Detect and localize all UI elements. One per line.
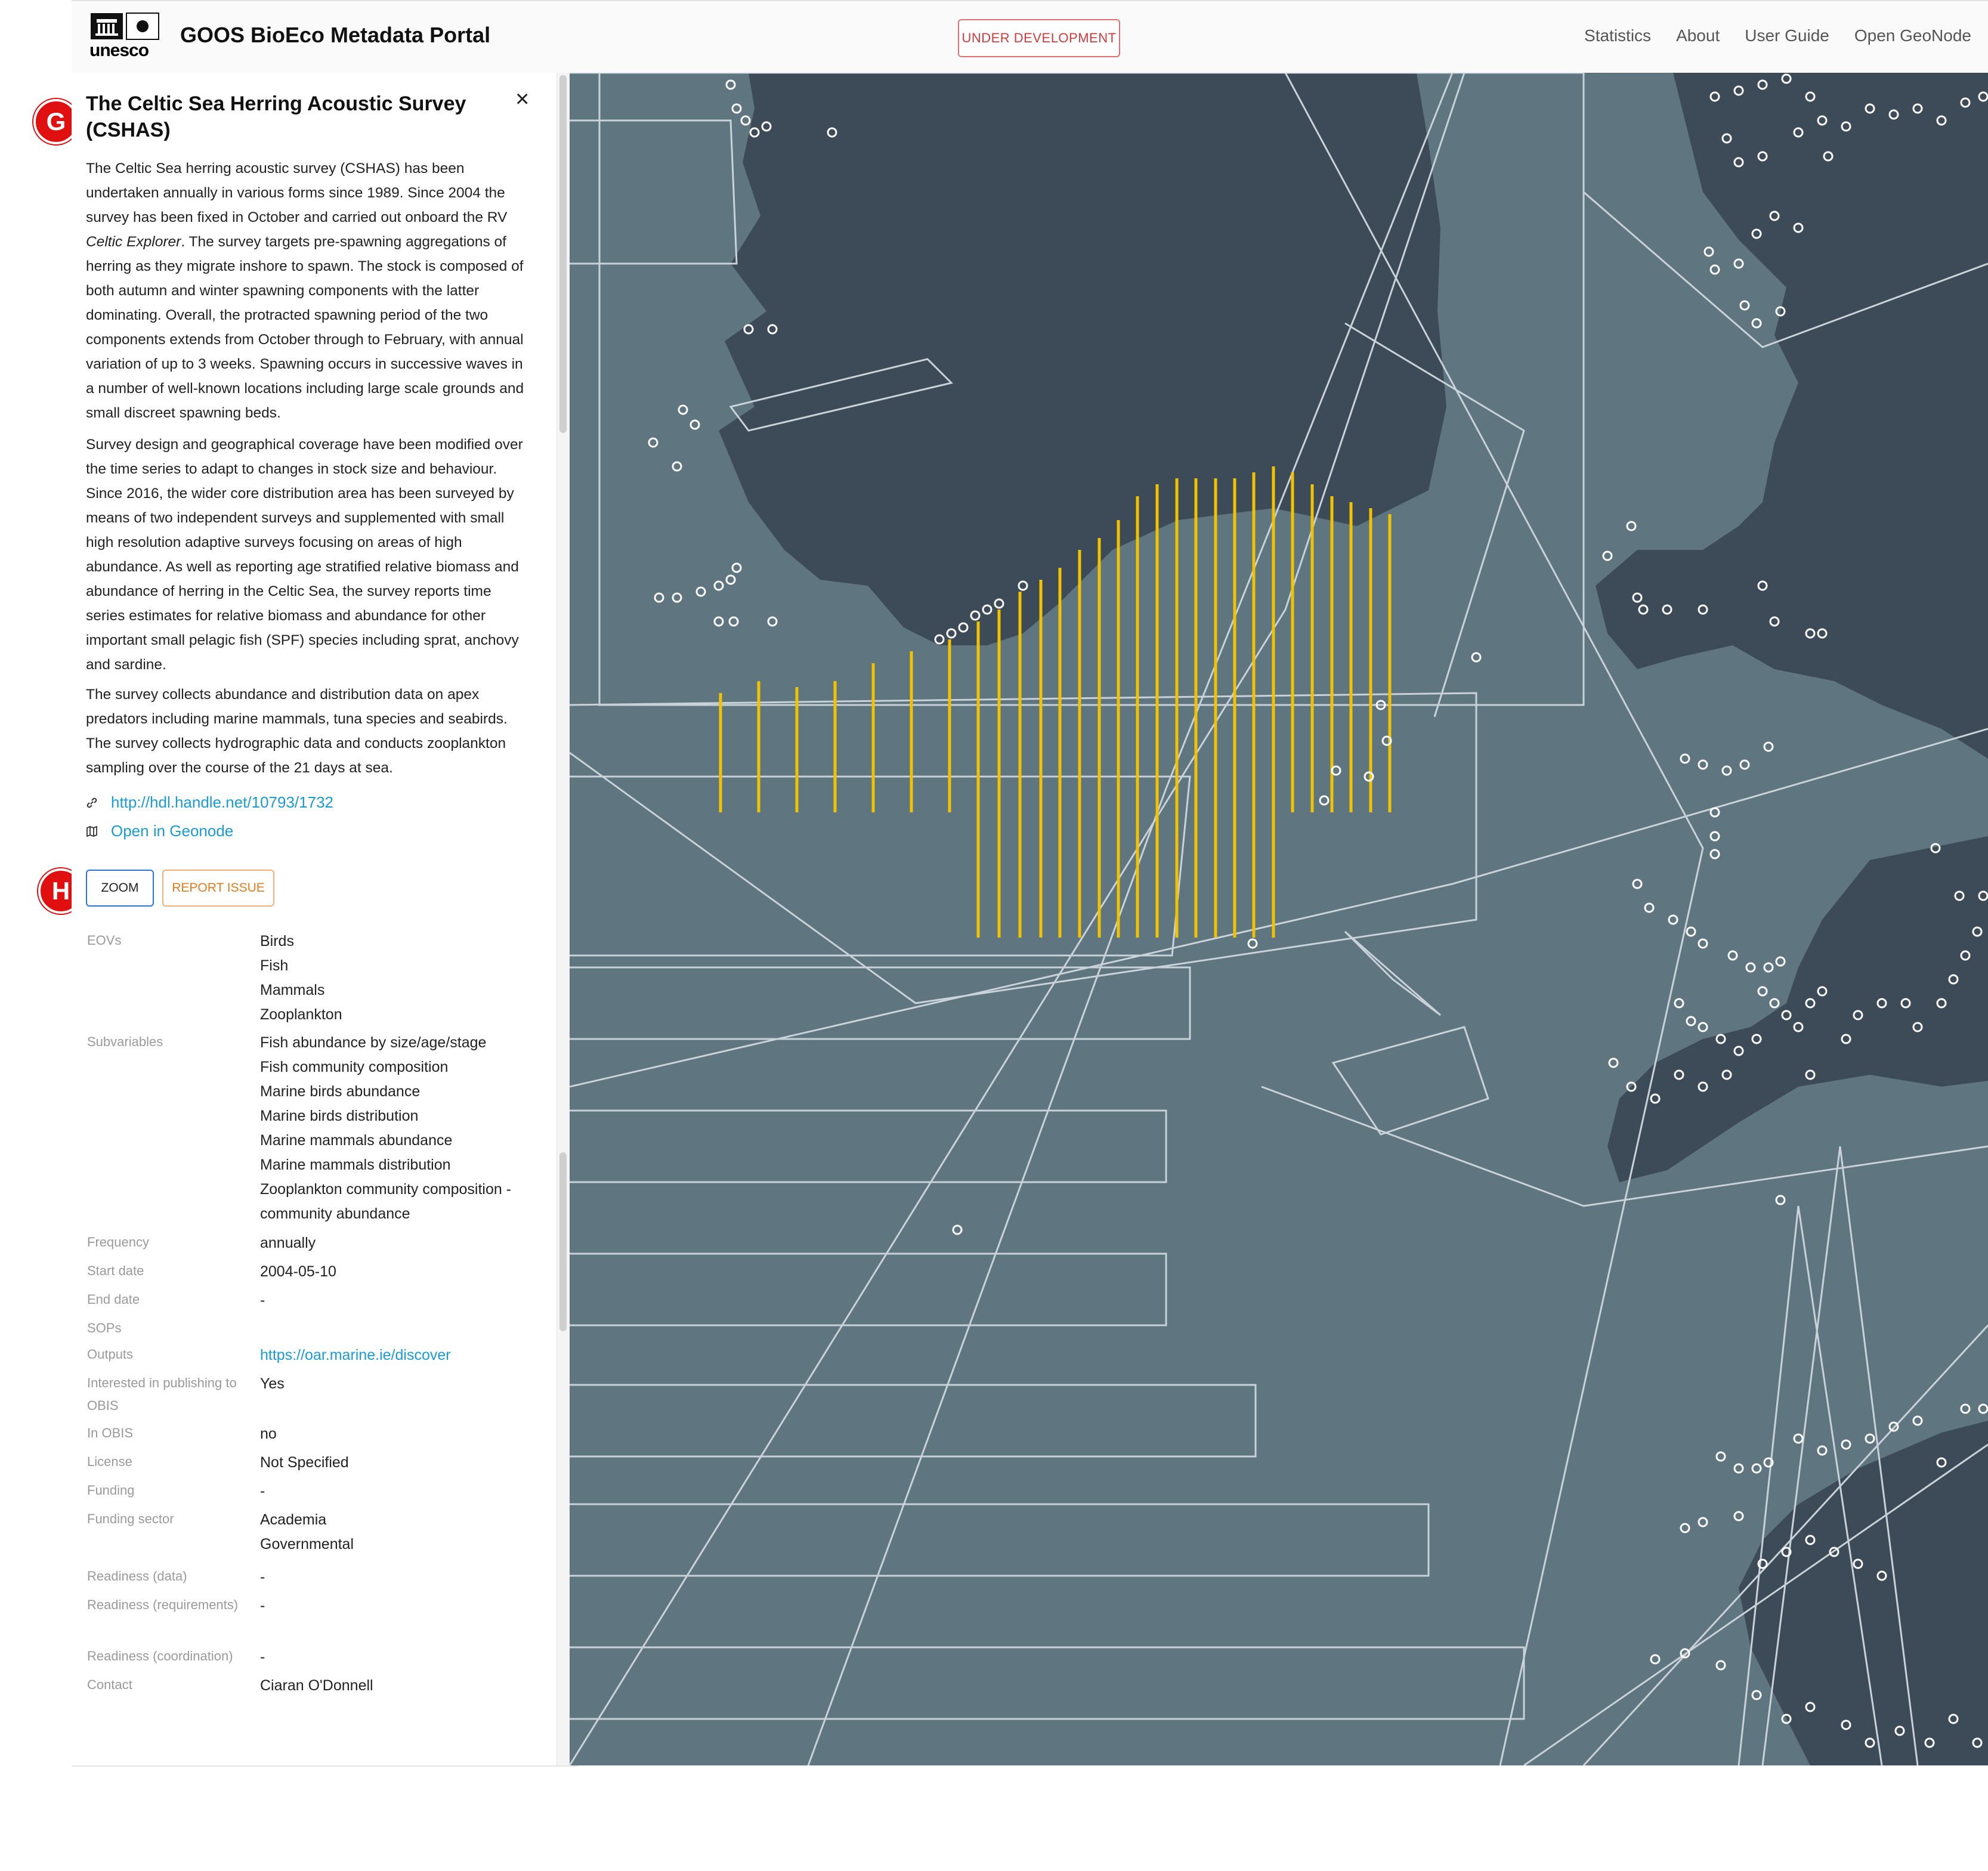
link-icon <box>86 797 98 809</box>
frequency-value: annually <box>260 1235 316 1251</box>
frequency-label: Frequency <box>87 1235 149 1250</box>
geonode-link[interactable]: Open in Geonode <box>111 822 233 840</box>
outputs-label: Outputs <box>87 1347 134 1362</box>
eovs-label: EOVs <box>87 933 122 948</box>
nav-statistics[interactable]: Statistics <box>1584 26 1651 45</box>
sops-label: SOPs <box>87 1320 122 1335</box>
survey-title: The Celtic Sea Herring Acoustic Survey (… <box>86 92 466 141</box>
readiness-coordination-label: Readiness (coordination) <box>87 1649 233 1663</box>
description-paragraph-3: The survey collects abundance and distri… <box>86 686 508 776</box>
map-icon <box>86 825 98 837</box>
obis-interest-label: Interested in publishing to OBIS <box>87 1375 237 1413</box>
readiness-coordination-value: - <box>260 1649 265 1665</box>
funding-sector-label: Funding sector <box>87 1511 174 1526</box>
eovs-value: Birds Fish Mammals Zooplankton <box>260 933 342 1023</box>
contact-label: Contact <box>87 1677 132 1692</box>
nav-about[interactable]: About <box>1676 26 1720 45</box>
report-issue-button[interactable]: REPORT ISSUE <box>162 870 274 907</box>
obis-interest-value: Yes <box>260 1375 285 1392</box>
contact-value: Ciaran O'Donnell <box>260 1677 373 1694</box>
logo-text: unesco <box>89 41 149 60</box>
start-date-label: Start date <box>87 1263 144 1278</box>
funding-label: Funding <box>87 1483 135 1498</box>
readiness-requirements-value: - <box>260 1597 265 1614</box>
top-header: unesco GOOS BioEco Metadata Portal UNDER… <box>72 0 1988 74</box>
funding-value: - <box>260 1483 265 1499</box>
map-view[interactable] <box>570 73 1988 1765</box>
end-date-label: End date <box>87 1292 140 1307</box>
scrollbar-thumb-lower[interactable] <box>559 1152 567 1331</box>
landmass-brittany <box>1739 1421 1988 1765</box>
end-date-value: - <box>260 1292 265 1309</box>
top-nav: Statistics About User Guide Open GeoNode <box>1584 26 1971 45</box>
subvariables-value: Fish abundance by size/age/stage Fish co… <box>260 1034 512 1222</box>
panel-bottom-divider <box>72 1765 579 1767</box>
license-label: License <box>87 1454 132 1469</box>
handle-link[interactable]: http://hdl.handle.net/10793/1732 <box>111 793 333 812</box>
start-date-value: 2004-05-10 <box>260 1263 336 1280</box>
landmass-wales <box>1596 73 1988 759</box>
landmass-cornwall <box>1607 836 1988 1182</box>
panel-scrollbar[interactable] <box>556 73 570 1765</box>
under-development-badge[interactable]: UNDER DEVELOPMENT <box>958 19 1120 57</box>
nav-open-geonode[interactable]: Open GeoNode <box>1854 26 1971 45</box>
outputs-value: https://oar.marine.ie/discover <box>260 1343 534 1368</box>
nav-user-guide[interactable]: User Guide <box>1745 26 1829 45</box>
subvariables-label: Subvariables <box>87 1034 163 1049</box>
handle-link-row[interactable]: http://hdl.handle.net/10793/1732 <box>86 793 333 812</box>
close-icon[interactable]: × <box>515 86 529 113</box>
in-obis-label: In OBIS <box>87 1425 134 1440</box>
zoom-button[interactable]: ZOOM <box>86 870 154 907</box>
readiness-data-label: Readiness (data) <box>87 1569 187 1584</box>
geonode-link-row[interactable]: Open in Geonode <box>86 822 233 840</box>
scrollbar-thumb[interactable] <box>559 75 567 433</box>
in-obis-value: no <box>260 1425 277 1442</box>
description-paragraph-1: The Celtic Sea herring acoustic survey (… <box>86 160 524 421</box>
readiness-data-value: - <box>260 1569 265 1585</box>
funding-sector-value: Academia Governmental <box>260 1511 354 1553</box>
outputs-link[interactable]: https://oar.marine.ie/discover <box>260 1347 451 1363</box>
map-canvas[interactable] <box>570 73 1988 1765</box>
readiness-requirements-label: Readiness (requirements) <box>87 1597 239 1612</box>
license-value: Not Specified <box>260 1454 349 1471</box>
description-paragraph-2: Survey design and geographical coverage … <box>86 437 523 673</box>
app-title[interactable]: GOOS BioEco Metadata Portal <box>180 23 490 48</box>
detail-panel: The Celtic Sea Herring Acoustic Survey (… <box>72 73 570 1765</box>
